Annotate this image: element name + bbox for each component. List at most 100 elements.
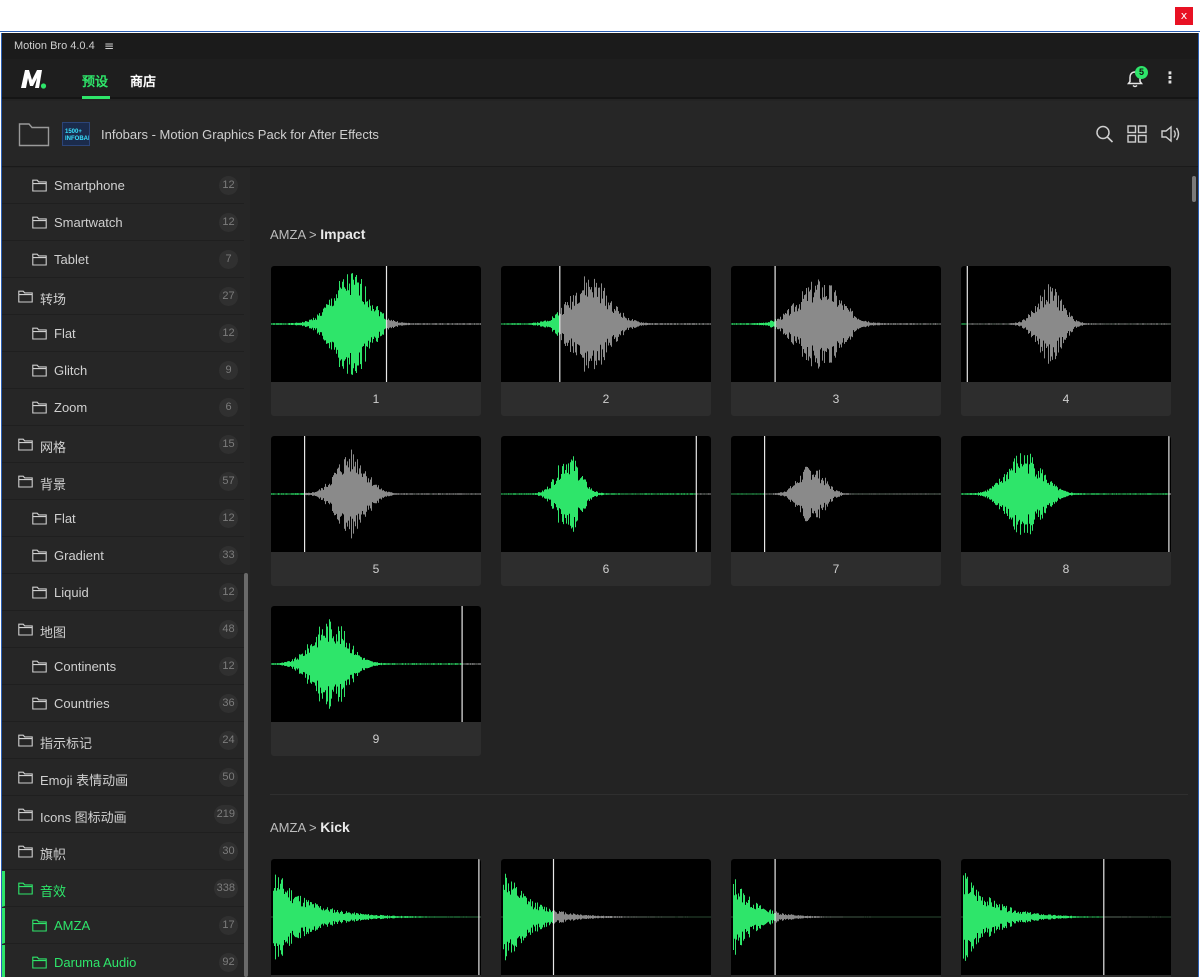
more-options-icon[interactable]: ⋮ bbox=[1162, 68, 1178, 87]
folder-icon bbox=[32, 364, 47, 377]
sidebar-item-count: 92 bbox=[219, 953, 238, 972]
waveform bbox=[271, 436, 481, 552]
sidebar-item[interactable]: Icons 图标动画 219 bbox=[2, 797, 244, 833]
sound-preset-card[interactable]: 5 bbox=[271, 436, 481, 586]
active-tab-indicator bbox=[82, 96, 110, 99]
app-title: Motion Bro 4.0.4 bbox=[14, 40, 95, 52]
waveform-preview[interactable] bbox=[501, 266, 711, 382]
sidebar-item-label: Liquid bbox=[54, 585, 89, 600]
sidebar-scrollbar[interactable] bbox=[244, 573, 248, 977]
sound-preset-card[interactable]: 1 bbox=[271, 266, 481, 416]
section-breadcrumb[interactable]: AMZA > bbox=[270, 227, 317, 242]
sidebar-item-count: 36 bbox=[219, 694, 238, 713]
waveform bbox=[961, 859, 1171, 975]
folder-icon bbox=[32, 327, 47, 340]
folder-icon[interactable] bbox=[18, 121, 50, 147]
sidebar-item[interactable]: Gradient 33 bbox=[2, 538, 244, 574]
sound-preset-card[interactable]: 8 bbox=[961, 436, 1171, 586]
sidebar-item[interactable]: Tablet 7 bbox=[2, 242, 244, 278]
sidebar-item-count: 48 bbox=[219, 620, 238, 639]
sidebar-item[interactable]: Continents 12 bbox=[2, 649, 244, 685]
pack-thumbnail-text: 1500+ INFOBARS bbox=[65, 129, 89, 142]
sidebar-item[interactable]: Glitch 9 bbox=[2, 353, 244, 389]
sidebar-item-label: Continents bbox=[54, 659, 117, 674]
sound-preset-card[interactable]: 3 bbox=[731, 859, 941, 977]
sidebar-item-label: 音效 bbox=[40, 884, 67, 899]
notification-count-badge: 5 bbox=[1135, 66, 1148, 79]
section-name: Impact bbox=[320, 226, 366, 242]
waveform-preview[interactable] bbox=[731, 266, 941, 382]
sound-preset-card[interactable]: 4 bbox=[961, 266, 1171, 416]
sidebar-item-label: 背景 bbox=[40, 477, 67, 492]
tab-store[interactable]: 商店 bbox=[130, 71, 156, 90]
motion-bro-panel: Motion Bro 4.0.4 ≡ 预设 商店 5 ⋮ 1500+ INFOB… bbox=[1, 33, 1199, 977]
folder-icon bbox=[32, 401, 47, 414]
sidebar-item-count: 7 bbox=[219, 250, 238, 269]
waveform-preview[interactable] bbox=[961, 859, 1171, 975]
sidebar-item[interactable]: Smartphone 12 bbox=[2, 168, 244, 204]
sidebar-item[interactable]: 旗帜 30 bbox=[2, 834, 244, 870]
waveform-preview[interactable] bbox=[961, 266, 1171, 382]
sidebar-item[interactable]: Smartwatch 12 bbox=[2, 205, 244, 241]
sidebar-item-count: 17 bbox=[219, 916, 238, 935]
waveform bbox=[501, 859, 711, 975]
section-breadcrumb[interactable]: AMZA > bbox=[270, 820, 317, 835]
sound-preset-card[interactable]: 2 bbox=[501, 266, 711, 416]
waveform-preview[interactable] bbox=[501, 859, 711, 975]
waveform-preview[interactable] bbox=[731, 859, 941, 975]
sidebar-item[interactable]: 转场 27 bbox=[2, 279, 244, 315]
sidebar-item[interactable]: Zoom 6 bbox=[2, 390, 244, 426]
sidebar-item-count: 12 bbox=[219, 324, 238, 343]
sidebar-item[interactable]: 网格 15 bbox=[2, 427, 244, 463]
content-scrollbar[interactable] bbox=[1192, 176, 1196, 202]
waveform-played bbox=[961, 453, 1169, 535]
waveform-played bbox=[501, 312, 560, 336]
sidebar-item[interactable]: Flat 12 bbox=[2, 501, 244, 537]
waveform-preview[interactable] bbox=[731, 436, 941, 552]
sound-preset-card[interactable]: 4 bbox=[961, 859, 1171, 977]
pack-thumbnail[interactable]: 1500+ INFOBARS bbox=[62, 122, 90, 146]
waveform-played bbox=[731, 319, 776, 329]
sidebar-item[interactable]: 地图 48 bbox=[2, 612, 244, 648]
sound-preset-card[interactable]: 7 bbox=[731, 436, 941, 586]
sidebar-item[interactable]: Emoji 表情动画 50 bbox=[2, 760, 244, 796]
sidebar-item[interactable]: Countries 36 bbox=[2, 686, 244, 722]
sound-preset-card[interactable]: 9 bbox=[271, 606, 481, 756]
sidebar-item[interactable]: 背景 57 bbox=[2, 464, 244, 500]
preset-label: 9 bbox=[372, 732, 380, 746]
waveform-remaining bbox=[305, 449, 481, 539]
waveform-played bbox=[271, 273, 387, 375]
waveform-preview[interactable] bbox=[271, 436, 481, 552]
window-close-button[interactable]: x bbox=[1175, 7, 1193, 25]
waveform bbox=[731, 859, 941, 975]
sidebar-item[interactable]: Flat 12 bbox=[2, 316, 244, 352]
sidebar-item[interactable]: Liquid 12 bbox=[2, 575, 244, 611]
volume-icon[interactable] bbox=[1160, 124, 1182, 144]
panel-menu-icon[interactable]: ≡ bbox=[104, 39, 114, 53]
waveform-played bbox=[271, 493, 305, 495]
waveform bbox=[271, 266, 481, 382]
tab-presets[interactable]: 预设 bbox=[82, 71, 108, 90]
waveform-preview[interactable] bbox=[271, 266, 481, 382]
sidebar-item-label: 旗帜 bbox=[40, 847, 67, 862]
sound-preset-card[interactable]: 3 bbox=[731, 266, 941, 416]
sidebar-item-label: Smartwatch bbox=[54, 215, 123, 230]
waveform-preview[interactable] bbox=[271, 606, 481, 722]
sidebar-item-label: Flat bbox=[54, 326, 76, 341]
grid-view-icon[interactable] bbox=[1126, 124, 1148, 144]
search-icon[interactable] bbox=[1094, 124, 1116, 144]
sidebar-item[interactable]: Daruma Audio 92 bbox=[2, 945, 244, 977]
waveform-played bbox=[963, 873, 1104, 961]
folder-icon bbox=[18, 734, 33, 747]
sidebar-item[interactable]: AMZA 17 bbox=[2, 908, 244, 944]
sidebar-item-label: Daruma Audio bbox=[54, 955, 137, 970]
waveform-preview[interactable] bbox=[501, 436, 711, 552]
folder-icon bbox=[18, 882, 33, 895]
sidebar-item[interactable]: 音效 338 bbox=[2, 871, 244, 907]
waveform-preview[interactable] bbox=[271, 859, 481, 975]
sidebar-item[interactable]: 指示标记 24 bbox=[2, 723, 244, 759]
sound-preset-card[interactable]: 1 bbox=[271, 859, 481, 977]
sound-preset-card[interactable]: 6 bbox=[501, 436, 711, 586]
sound-preset-card[interactable]: 2 bbox=[501, 859, 711, 977]
waveform-preview[interactable] bbox=[961, 436, 1171, 552]
